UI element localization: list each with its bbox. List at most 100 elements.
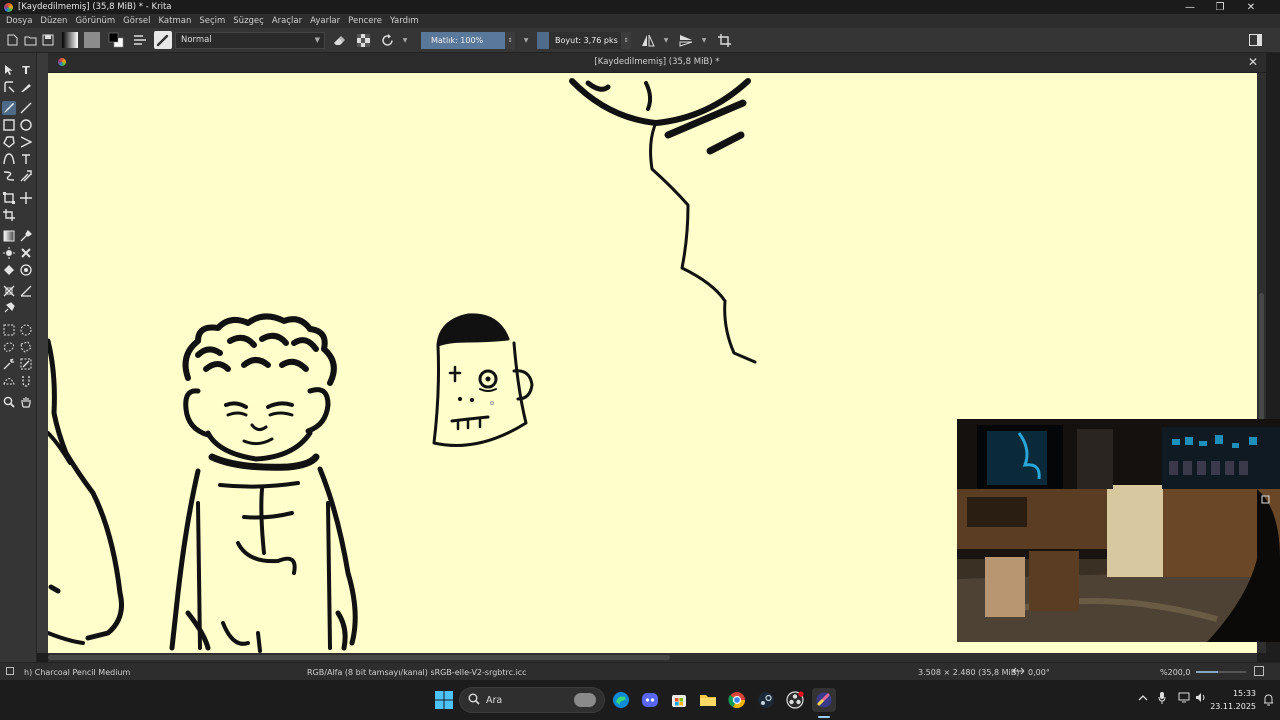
document-tab-title[interactable]: [Kaydedilmemiş] (35,8 MiB) * [48, 57, 1266, 67]
rectangular-selection-tool-icon[interactable] [2, 323, 16, 337]
blend-mode-select[interactable]: Normal ▼ [175, 31, 325, 49]
opacity-slider[interactable]: Matlık: 100% ⇕ [421, 31, 515, 49]
edit-brush-settings-icon[interactable] [131, 31, 149, 49]
magnetic-selection-tool-icon[interactable] [19, 374, 33, 388]
menu-gorsel[interactable]: Görsel [123, 16, 150, 26]
windows-start-icon[interactable] [432, 688, 456, 712]
preserve-alpha-icon[interactable] [354, 31, 372, 49]
zoom-slider[interactable] [1196, 671, 1246, 673]
discord-icon[interactable] [638, 688, 662, 712]
size-slider[interactable]: Boyut: 3,76 pks ⇕ [537, 31, 631, 49]
menu-ayarlar[interactable]: Ayarlar [310, 16, 340, 26]
transform-tool-icon[interactable] [2, 191, 16, 205]
status-bar: h) Charcoal Pencil Medium RGB/Alfa (8 bi… [0, 662, 1280, 680]
select-shapes-tool-icon[interactable] [2, 63, 16, 77]
taskbar-search[interactable]: Ara [459, 687, 605, 713]
move-tool-icon[interactable] [19, 191, 33, 205]
similar-color-selection-tool-icon[interactable] [19, 357, 33, 371]
fit-page-icon[interactable] [1254, 666, 1264, 676]
menu-secim[interactable]: Seçim [199, 16, 225, 26]
notifications-bell-icon[interactable] [1263, 694, 1274, 709]
close-window-button[interactable]: ✕ [1236, 0, 1266, 14]
pan-tool-icon[interactable] [19, 395, 33, 409]
edit-shapes-tool-icon[interactable] [2, 80, 16, 94]
open-folder-icon[interactable] [21, 31, 39, 49]
brush-preset-thumbnail-icon[interactable] [6, 667, 14, 675]
reload-preset-icon[interactable] [378, 31, 396, 49]
gradient-preset-icon[interactable] [61, 31, 79, 49]
enclose-fill-tool-icon[interactable] [19, 263, 33, 277]
gradient-tool-icon[interactable] [2, 229, 16, 243]
bezier-selection-tool-icon[interactable] [2, 374, 16, 388]
minimize-button[interactable]: — [1175, 0, 1205, 14]
windows-taskbar: Ara 15:33 23.11.2025 [0, 680, 1280, 720]
rotation-icon[interactable] [1012, 666, 1025, 678]
text-tool-icon[interactable]: T [19, 63, 33, 77]
rectangle-tool-icon[interactable] [2, 118, 16, 132]
mirror-v-dropdown-icon[interactable]: ▼ [695, 31, 713, 49]
color-picker-tool-icon[interactable] [19, 229, 33, 243]
file-explorer-icon[interactable] [696, 688, 720, 712]
brush-preset-icon[interactable] [154, 31, 172, 49]
maximize-button[interactable]: ❐ [1205, 0, 1235, 14]
close-document-button[interactable]: ✕ [1248, 55, 1258, 69]
eraser-mode-icon[interactable] [330, 31, 348, 49]
network-icon[interactable] [1178, 692, 1191, 706]
reload-dropdown-icon[interactable]: ▼ [396, 31, 414, 49]
microphone-icon[interactable] [1158, 692, 1166, 707]
menu-gorunum[interactable]: Görünüm [75, 16, 115, 26]
polyline-tool-icon[interactable] [19, 135, 33, 149]
zoom-tool-icon[interactable] [2, 395, 16, 409]
obs-studio-icon[interactable] [783, 688, 807, 712]
show-hidden-icons-chevron-icon[interactable] [1138, 692, 1148, 705]
volume-icon[interactable] [1195, 692, 1207, 706]
horizontal-scroll-thumb[interactable] [48, 655, 670, 660]
colorize-mask-tool-icon[interactable] [2, 246, 16, 260]
polygonal-selection-tool-icon[interactable] [19, 340, 33, 354]
contiguous-selection-tool-icon[interactable] [2, 357, 16, 371]
krita-taskbar-icon[interactable] [812, 688, 836, 712]
menu-katman[interactable]: Katman [158, 16, 191, 26]
freehand-selection-tool-icon[interactable] [2, 340, 16, 354]
calligraphy-tool-icon[interactable] [19, 80, 33, 94]
size-stepper[interactable]: ⇕ [621, 31, 631, 49]
ellipse-tool-icon[interactable] [19, 118, 33, 132]
menu-araclar[interactable]: Araçlar [272, 16, 302, 26]
bezier-curve-tool-icon[interactable] [2, 152, 16, 166]
line-tool-icon[interactable] [19, 101, 33, 115]
dynamic-brush-tool-icon[interactable] [2, 169, 16, 183]
mirror-vertical-icon[interactable] [677, 31, 695, 49]
fg-bg-color-icon[interactable] [107, 31, 125, 49]
new-document-icon[interactable] [3, 31, 21, 49]
workspace-switcher-icon[interactable] [1246, 31, 1264, 49]
multibrush-tool-icon[interactable] [19, 169, 33, 183]
menu-dosya[interactable]: Dosya [6, 16, 32, 26]
menu-duzen[interactable]: Düzen [40, 16, 67, 26]
crop-tool-icon[interactable] [2, 208, 16, 222]
menu-pencere[interactable]: Pencere [348, 16, 382, 26]
opacity-dropdown-icon[interactable]: ▼ [517, 31, 535, 49]
mirror-horizontal-icon[interactable] [639, 31, 657, 49]
menu-suzgec[interactable]: Süzgeç [233, 16, 264, 26]
chrome-icon[interactable] [725, 688, 749, 712]
menu-yardim[interactable]: Yardım [390, 16, 419, 26]
freehand-brush-tool-icon[interactable] [2, 101, 16, 115]
opacity-stepper[interactable]: ⇕ [505, 31, 515, 49]
polygon-tool-icon[interactable] [2, 135, 16, 149]
assistant-tool-icon[interactable] [2, 284, 16, 298]
freehand-path-tool-icon[interactable] [19, 152, 33, 166]
microsoft-store-icon[interactable] [667, 688, 691, 712]
smart-patch-tool-icon[interactable] [19, 246, 33, 260]
steam-icon[interactable] [754, 688, 778, 712]
horizontal-scrollbar[interactable] [48, 653, 1257, 662]
mirror-h-dropdown-icon[interactable]: ▼ [657, 31, 675, 49]
wrap-around-icon[interactable] [715, 31, 733, 49]
system-clock[interactable]: 15:33 23.11.2025 [1210, 687, 1256, 713]
save-icon[interactable] [39, 31, 57, 49]
measure-tool-icon[interactable] [19, 284, 33, 298]
edge-browser-icon[interactable] [609, 688, 633, 712]
reference-images-tool-icon[interactable] [2, 301, 16, 315]
fill-tool-icon[interactable] [2, 263, 16, 277]
pattern-preset-icon[interactable] [83, 31, 101, 49]
elliptical-selection-tool-icon[interactable] [19, 323, 33, 337]
